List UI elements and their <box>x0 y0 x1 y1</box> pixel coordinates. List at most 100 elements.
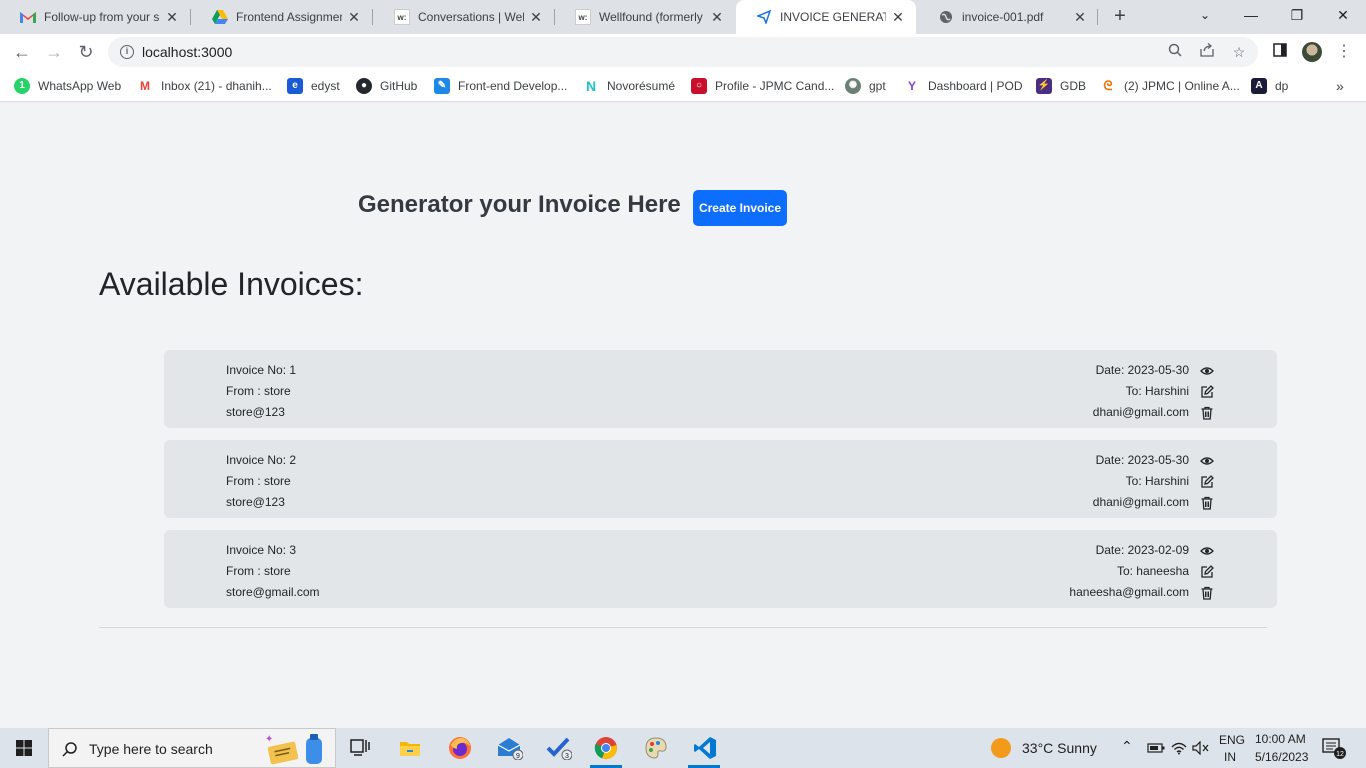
vscode-icon[interactable] <box>691 734 719 762</box>
close-icon[interactable]: ✕ <box>709 9 725 26</box>
clock-date[interactable]: 5/16/2023 <box>1255 750 1308 764</box>
forward-button[interactable]: → <box>40 38 68 66</box>
invoice-to: To: haneesha <box>1116 564 1189 578</box>
invoice-from-email: store@123 <box>226 495 285 509</box>
clock-time[interactable]: 10:00 AM <box>1255 732 1306 746</box>
search-highlight-illustration-icon: ✦ <box>265 734 322 765</box>
github-icon: ● <box>356 78 372 94</box>
bookmark-label: gpt <box>869 79 886 93</box>
mail-icon[interactable]: 9 <box>496 734 524 762</box>
todo-icon[interactable]: 3 <box>545 734 573 762</box>
firefox-icon[interactable] <box>446 734 474 762</box>
bookmark-jpmc-profile[interactable]: ○ Profile - JPMC Cand... <box>691 77 834 95</box>
bookmark-frontend-developer[interactable]: ✎ Front-end Develop... <box>434 77 567 95</box>
tab-title: Conversations | Wellfo <box>418 10 524 24</box>
tab-invoice-pdf[interactable]: invoice-001.pdf ✕ <box>918 0 1098 34</box>
edit-icon[interactable] <box>1200 475 1214 489</box>
invoice-number: Invoice No: 3 <box>226 543 297 557</box>
bookmark-whatsapp[interactable]: 1 WhatsApp Web <box>14 77 121 95</box>
close-icon[interactable]: ✕ <box>1072 9 1088 26</box>
tab-divider <box>372 9 373 25</box>
taskbar-search-box[interactable]: Type here to search ✦ <box>48 728 336 768</box>
menu-icon[interactable]: ⋮ <box>1334 42 1354 62</box>
bookmark-inbox[interactable]: M Inbox (21) - dhanih... <box>137 77 272 95</box>
show-hidden-icons-icon[interactable]: ⌃ <box>1121 738 1133 755</box>
tab-title: INVOICE GENERATOR <box>780 10 886 24</box>
send-icon <box>756 9 772 25</box>
close-icon[interactable]: ✕ <box>346 9 362 26</box>
chrome-icon[interactable] <box>592 734 620 762</box>
view-icon[interactable] <box>1200 454 1214 468</box>
delete-icon[interactable] <box>1200 406 1214 420</box>
share-icon[interactable] <box>1198 43 1216 61</box>
bookmark-label: Dashboard | POD <box>928 79 1023 93</box>
bookmark-jpmc-online[interactable]: ᘓ (2) JPMC | Online A... <box>1100 77 1239 95</box>
notifications-icon[interactable]: 12 <box>1320 734 1348 762</box>
volume-muted-icon[interactable] <box>1187 734 1215 762</box>
profile-avatar[interactable] <box>1302 42 1322 62</box>
back-button[interactable]: ← <box>8 38 36 66</box>
minimize-button[interactable]: — <box>1228 0 1274 30</box>
pod-icon: Y <box>907 79 916 93</box>
zoom-icon[interactable] <box>1166 43 1184 61</box>
delete-icon[interactable] <box>1200 496 1214 510</box>
close-window-button[interactable]: ✕ <box>1320 0 1366 30</box>
hackerrank-icon: ᘓ <box>1103 78 1113 93</box>
bookmark-label: GitHub <box>380 79 418 93</box>
file-explorer-icon[interactable] <box>396 734 424 762</box>
novoresume-icon: N <box>585 78 597 94</box>
whatsapp-icon: 1 <box>14 78 30 94</box>
sidebar-icon[interactable] <box>1270 42 1290 62</box>
language-indicator-bottom[interactable]: IN <box>1224 750 1236 764</box>
view-icon[interactable] <box>1200 544 1214 558</box>
tab-wellfound-conversations[interactable]: w: Conversations | Wellfo ✕ <box>374 0 554 34</box>
invoice-to-email: haneesha@gmail.com <box>1069 585 1189 599</box>
language-indicator-top[interactable]: ENG <box>1219 733 1245 747</box>
gdb-icon: ⚡ <box>1036 78 1052 94</box>
bookmark-novoresume[interactable]: N Novorésumé <box>583 77 675 95</box>
windows-start-icon[interactable] <box>10 734 38 762</box>
bookmark-dashboard-pod[interactable]: Y Dashboard | POD <box>904 77 1023 95</box>
weather-text[interactable]: 33°C Sunny <box>1022 740 1097 756</box>
edyst-icon: e <box>287 78 303 94</box>
invoice-to-email: dhani@gmail.com <box>1092 405 1189 419</box>
bookmark-edyst[interactable]: e edyst <box>287 77 340 95</box>
close-icon[interactable]: ✕ <box>164 9 180 26</box>
info-icon[interactable]: i <box>120 45 134 59</box>
bookmark-github[interactable]: ● GitHub <box>356 77 417 95</box>
tab-title: Frontend Assignment <box>236 10 342 24</box>
todo-badge: 3 <box>565 753 569 760</box>
address-bar[interactable]: i localhost:3000 ☆ <box>108 37 1258 67</box>
more-bookmarks-icon[interactable]: » <box>1336 77 1344 95</box>
mail-badge: 9 <box>516 753 520 760</box>
bookmark-gpt[interactable]: ✺ gpt <box>845 77 886 95</box>
close-icon[interactable]: ✕ <box>890 9 906 26</box>
notification-count: 12 <box>1336 751 1344 758</box>
view-icon[interactable] <box>1200 364 1214 378</box>
tab-wellfound[interactable]: w: Wellfound (formerly A ✕ <box>555 0 735 34</box>
tab-frontend-assignment[interactable]: Frontend Assignment ✕ <box>192 0 372 34</box>
task-view-icon[interactable] <box>346 734 374 762</box>
bookmark-dp[interactable]: A dp <box>1251 77 1288 95</box>
invoice-from: From : store <box>226 564 291 578</box>
invoice-date: Date: 2023-02-09 <box>1095 543 1189 557</box>
invoice-to-email: dhani@gmail.com <box>1092 495 1189 509</box>
tab-search-button[interactable]: ⌄ <box>1182 0 1228 30</box>
new-tab-button[interactable]: + <box>1108 5 1132 29</box>
restore-button[interactable]: ❐ <box>1274 0 1320 30</box>
create-invoice-button[interactable]: Create Invoice <box>693 190 787 226</box>
edit-icon[interactable] <box>1200 565 1214 579</box>
reload-button[interactable]: ↻ <box>72 38 100 66</box>
tab-invoice-generator[interactable]: INVOICE GENERATOR ✕ <box>736 0 916 34</box>
close-icon[interactable]: ✕ <box>528 9 544 26</box>
weather-sun-icon[interactable] <box>987 734 1015 762</box>
tab-title: Wellfound (formerly A <box>599 10 705 24</box>
invoice-to: To: Harshini <box>1125 384 1189 398</box>
url-text: localhost:3000 <box>142 44 233 60</box>
edit-icon[interactable] <box>1200 385 1214 399</box>
paint-icon[interactable] <box>642 734 670 762</box>
bookmark-star-icon[interactable]: ☆ <box>1230 43 1248 61</box>
delete-icon[interactable] <box>1200 586 1214 600</box>
tab-gmail[interactable]: Follow-up from your s ✕ <box>0 0 190 34</box>
bookmark-gdb[interactable]: ⚡ GDB <box>1036 77 1086 95</box>
